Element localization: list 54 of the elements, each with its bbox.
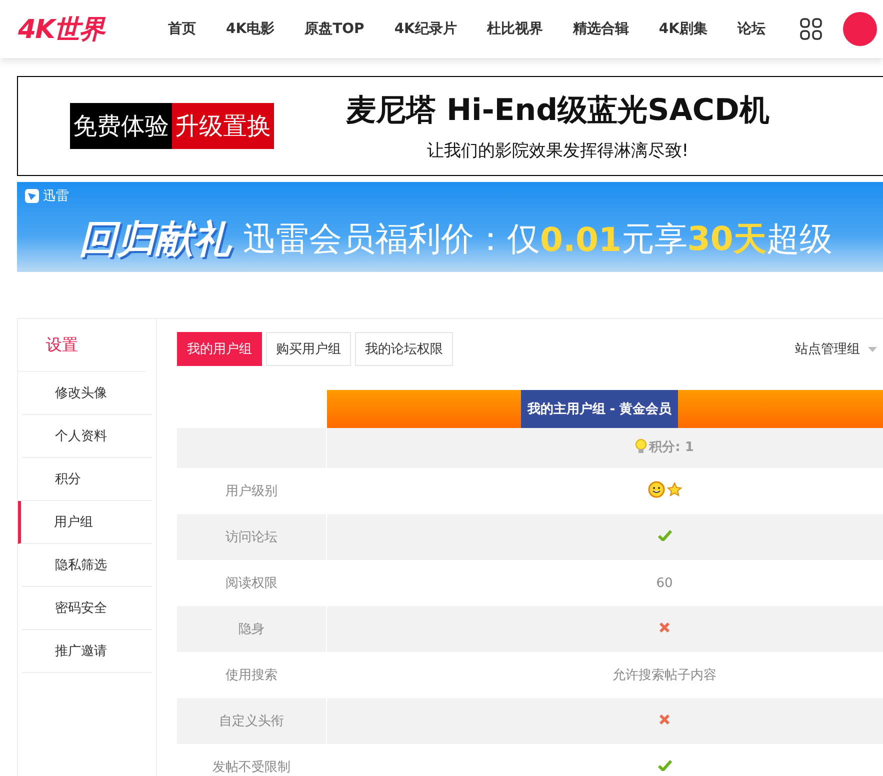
permission-value: 60 bbox=[656, 576, 673, 590]
ad-label: 升级置换 bbox=[172, 103, 274, 149]
nav-link[interactable]: 4K电影 bbox=[226, 20, 275, 38]
sidebar-item[interactable]: 个人资料 bbox=[22, 415, 152, 458]
permission-label: 发帖不受限制 bbox=[212, 760, 290, 775]
sidebar-item[interactable]: 用户组 bbox=[18, 501, 152, 544]
check-icon bbox=[658, 760, 672, 770]
permission-label: 用户级别 bbox=[226, 484, 278, 499]
permission-label: 阅读权限 bbox=[226, 576, 278, 591]
permission-label: 自定义头衔 bbox=[219, 714, 284, 729]
cross-icon bbox=[659, 714, 670, 724]
nav-link[interactable]: 首页 bbox=[168, 20, 196, 38]
grid-menu-icon[interactable] bbox=[800, 18, 822, 40]
lightbulb-icon bbox=[635, 439, 648, 454]
tab[interactable]: 我的论坛权限 bbox=[355, 332, 453, 366]
group-dropdown[interactable]: 站点管理组 bbox=[795, 340, 877, 358]
ad-subtitle: 让我们的影院效果发挥得淋漓尽致! bbox=[426, 140, 689, 162]
nav-link[interactable]: 杜比视界 bbox=[486, 20, 543, 38]
permission-label: 使用搜索 bbox=[226, 668, 278, 683]
nav-link[interactable]: 4K剧集 bbox=[658, 20, 708, 38]
permission-value: 允许搜索帖子内容 bbox=[612, 667, 716, 684]
tab[interactable]: 购买用户组 bbox=[266, 332, 351, 366]
nav-link[interactable]: 精选合辑 bbox=[572, 20, 629, 38]
points-label: 积分: 1 bbox=[649, 438, 694, 456]
group-header: 我的主用户组 - 黄金会员 bbox=[521, 390, 678, 428]
brand-name: 迅雷 bbox=[43, 188, 69, 205]
smiley-icon bbox=[648, 480, 664, 498]
sidebar-item[interactable]: 密码安全 bbox=[22, 587, 152, 630]
sidebar-title: 设置 bbox=[18, 319, 146, 372]
sidebar-item[interactable]: 积分 bbox=[22, 458, 152, 501]
avatar-icon[interactable] bbox=[842, 12, 876, 46]
permission-label: 隐身 bbox=[238, 622, 264, 637]
promo-text: 0.01 bbox=[540, 220, 622, 259]
site-logo[interactable]: 4K世界 bbox=[18, 12, 168, 46]
promo-text: 超级 bbox=[766, 218, 832, 260]
promo-text: 30天 bbox=[687, 218, 766, 260]
permission-label: 访问论坛 bbox=[226, 530, 278, 545]
star-icon bbox=[666, 482, 682, 496]
ad-banner[interactable]: 免费体验 升级置换 麦尼塔 Hi-End级蓝光SACD机 让我们的影院效果发挥得淋漓尽致! bbox=[17, 76, 883, 176]
promo-slogan: 回归献礼 bbox=[79, 216, 231, 263]
nav-link[interactable]: 论坛 bbox=[738, 20, 766, 38]
promo-text: 元享 bbox=[621, 218, 688, 260]
sidebar-item[interactable]: 隐私筛选 bbox=[22, 544, 152, 587]
sidebar-item[interactable]: 修改头像 bbox=[22, 372, 152, 415]
cross-icon bbox=[659, 622, 670, 632]
caret-icon bbox=[868, 346, 877, 352]
ad-label: 免费体验 bbox=[70, 103, 172, 149]
nav-link[interactable]: 4K纪录片 bbox=[394, 20, 457, 38]
nav-link[interactable]: 原盘TOP bbox=[304, 20, 364, 38]
sidebar-item[interactable]: 推广邀请 bbox=[22, 630, 152, 673]
promo-text: 迅雷会员福利价：仅 bbox=[243, 218, 540, 260]
check-icon bbox=[658, 530, 672, 540]
tab[interactable]: 我的用户组 bbox=[177, 332, 262, 366]
ad-title: 麦尼塔 Hi-End级蓝光SACD机 bbox=[346, 92, 770, 130]
